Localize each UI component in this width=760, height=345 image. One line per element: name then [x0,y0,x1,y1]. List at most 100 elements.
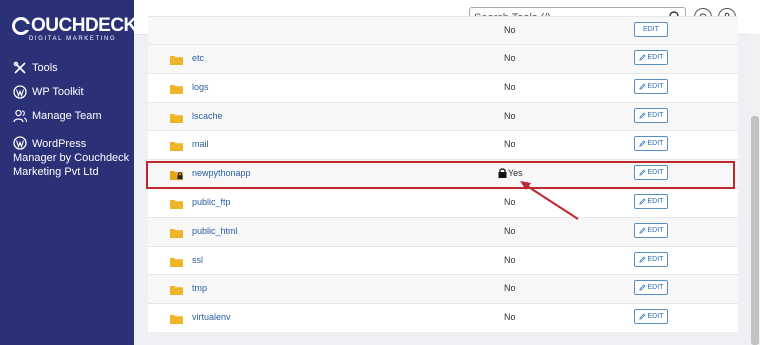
brand-logo[interactable]: OUCHDECK DIGITAL MARKETING [12,15,137,42]
logo-c-icon [12,17,31,35]
wordpress-icon [13,85,27,99]
folder-name-link[interactable]: public_html [192,226,238,236]
file-manager-table: No EDIT etc No EDIT logs No EDIT lscache No EDIT ma… [148,16,738,332]
permission-status: Yes [498,168,523,179]
table-row: lscache No EDIT [148,101,738,131]
locked-folder-icon [170,171,183,181]
permission-text: No [504,254,516,265]
table-row: newpythonapp Yes EDIT [148,159,738,188]
table-row: public_ftp No EDIT [148,188,738,217]
sidebar-item-label: WordPress Manager by Couchdeck Marketing… [13,138,130,178]
edit-label: EDIT [647,284,664,292]
permission-text: No [504,225,516,236]
folder-icon [170,228,183,238]
table-row: mail No EDIT [148,130,738,160]
permission-text: Yes [508,168,523,179]
edit-label: EDIT [647,313,664,321]
sidebar-item-label: Manage Team [32,110,102,122]
folder-icon [170,142,183,152]
permission-status: No [504,226,516,236]
tools-icon [13,61,26,74]
sidebar-item-tools[interactable]: Tools [13,61,58,75]
folder-name-link[interactable]: mail [192,139,209,149]
folder-icon [170,113,183,123]
folder-name-link[interactable]: newpythonapp [192,168,251,178]
pencil-icon [638,284,645,291]
scrollbar-thumb[interactable] [751,116,759,345]
edit-label: EDIT [643,26,659,33]
edit-button[interactable]: EDIT [634,165,668,181]
sidebar-item-label: WP Toolkit [32,86,84,98]
permission-text: No [504,110,516,121]
folder-icon [170,286,183,296]
table-row: ssl No EDIT [148,245,738,275]
table-row: tmp No EDIT [148,274,738,304]
folder-icon [170,200,183,209]
team-icon [13,109,27,123]
pencil-icon [638,227,645,234]
permission-status: No [504,283,516,293]
pencil-icon [638,169,645,176]
folder-icon [170,56,183,65]
folder-name-link[interactable]: etc [192,53,204,63]
permission-status: No [504,312,516,322]
edit-button[interactable]: EDIT [634,78,668,94]
edit-button[interactable]: EDIT [634,50,668,65]
sidebar: OUCHDECK DIGITAL MARKETING Tools WP Tool… [0,0,137,345]
edit-button[interactable]: EDIT [634,107,668,123]
pencil-icon [638,54,645,61]
table-row: public_html No EDIT [148,216,738,246]
folder-icon [170,84,183,94]
logo-tagline: DIGITAL MARKETING [29,36,117,42]
pencil-icon [638,256,645,263]
edit-label: EDIT [647,169,664,177]
permission-text: No [504,283,516,294]
page-scrollbar[interactable] [750,34,760,345]
folder-name-link[interactable]: lscache [192,111,223,121]
sidebar-item-manage-team[interactable]: Manage Team [13,109,102,123]
logo-text: OUCHDECK [31,15,137,36]
edit-label: EDIT [647,82,664,90]
folder-icon [170,315,183,325]
edit-label: EDIT [647,54,664,61]
sidebar-item-wordpress-manager[interactable]: WordPress Manager by Couchdeck Marketing… [13,136,131,179]
edit-button[interactable]: EDIT [634,136,668,152]
edit-button[interactable]: EDIT [634,22,668,37]
permission-text: No [504,81,516,92]
permission-text: No [504,312,516,323]
edit-button[interactable]: EDIT [634,280,668,296]
permission-status: No [504,82,516,92]
edit-label: EDIT [647,111,664,119]
edit-button[interactable]: EDIT [634,251,668,267]
sidebar-item-wp-toolkit[interactable]: WP Toolkit [13,85,84,99]
folder-name-link[interactable]: ssl [192,255,203,265]
folder-name-link[interactable]: logs [192,82,209,92]
permission-text: No [504,139,516,150]
folder-name-link[interactable]: virtualenv [192,312,231,322]
permission-text: No [504,197,516,207]
permission-text: No [504,25,516,35]
pencil-icon [638,140,645,147]
edit-button[interactable]: EDIT [634,222,668,238]
folder-icon [170,257,183,267]
permission-status: No [504,111,516,121]
permission-status: No [504,197,516,207]
permission-text: No [504,53,516,63]
folder-name-link[interactable]: public_ftp [192,197,231,207]
sidebar-item-label: Tools [32,62,58,74]
edit-label: EDIT [647,198,664,205]
table-row: etc No EDIT [148,44,738,73]
wordpress-icon [13,136,27,150]
table-row: virtualenv No EDIT [148,303,738,332]
permission-status: No [504,53,516,63]
permission-status: No [504,139,516,149]
pencil-icon [638,112,645,119]
edit-button[interactable]: EDIT [634,194,668,209]
edit-button[interactable]: EDIT [634,309,668,325]
pencil-icon [638,83,645,90]
permission-status: No [504,255,516,265]
folder-name-link[interactable]: tmp [192,283,207,293]
pencil-icon [638,198,645,205]
logo-wordmark: OUCHDECK [12,15,137,36]
table-row: No EDIT [148,16,738,45]
